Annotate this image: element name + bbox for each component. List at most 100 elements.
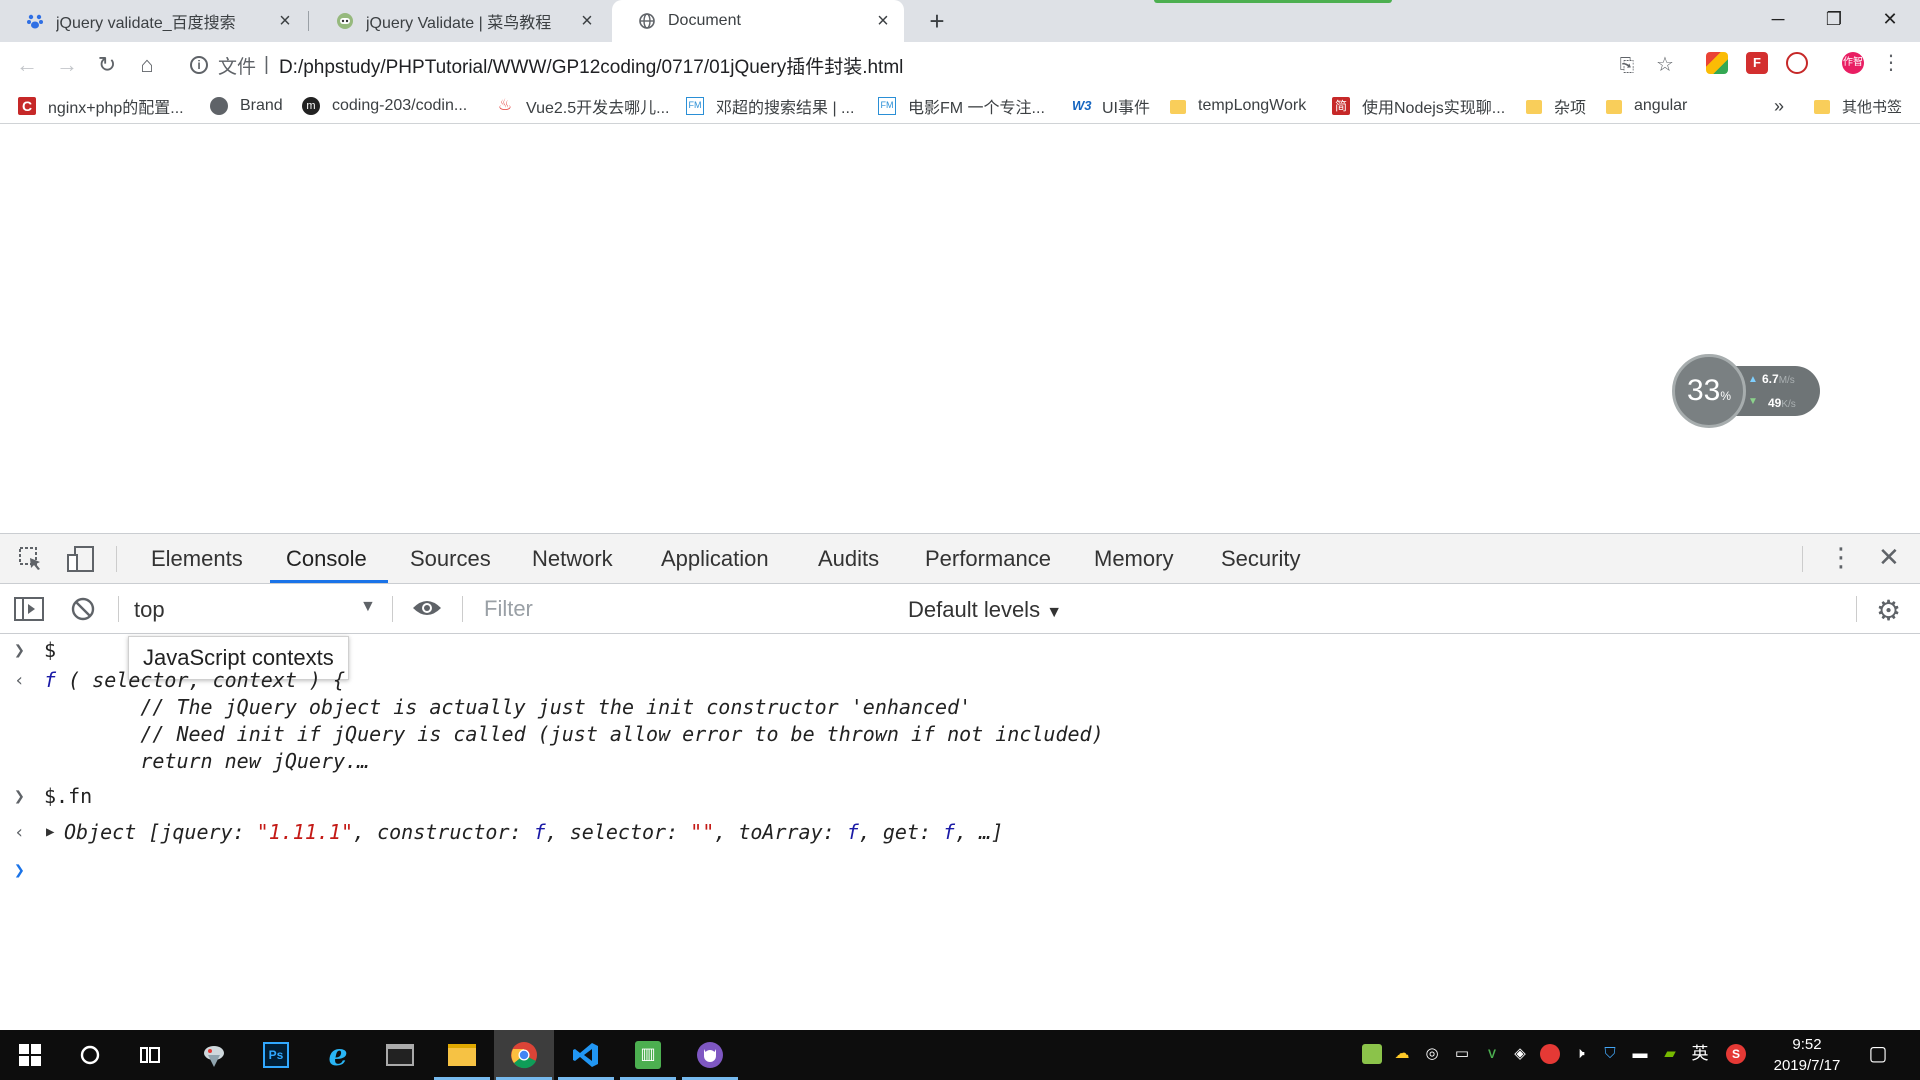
tab-baidu-search[interactable]: jQuery validate_百度搜索 × [0,0,306,42]
tab-sources[interactable]: Sources [410,534,491,584]
taskbar-app-parrot[interactable] [184,1030,244,1080]
console-output-line[interactable]: return new jQuery.… [44,749,369,773]
window-close-button[interactable]: ✕ [1862,0,1918,40]
taskbar-app-terminal[interactable] [370,1030,430,1080]
tray-app-icon[interactable] [1362,1044,1382,1064]
tab-application[interactable]: Application [661,534,769,584]
ime-indicator[interactable]: 英 [1690,1044,1710,1064]
folder-icon [1814,100,1830,114]
forward-button[interactable]: → [52,50,82,80]
profile-avatar[interactable]: 作智 [1842,52,1864,74]
output-arrow-icon: ‹ [14,822,25,843]
live-expression-eye-icon[interactable] [412,598,442,623]
tray-security-icon[interactable]: ⛉ [1600,1044,1620,1064]
chevron-down-icon[interactable]: ▼ [360,598,376,616]
bookmark-item[interactable]: W3 UI事件 [1072,94,1150,118]
inspect-element-icon[interactable] [18,546,44,577]
console-object-output[interactable]: Object [jquery: "1.11.1", constructor: f… [64,820,1003,844]
extension-fe-icon[interactable]: F [1746,52,1768,74]
bookmark-folder[interactable]: 杂项 [1526,94,1586,118]
coding-icon: m [302,97,320,115]
volume-muted-icon[interactable]: 🕨 [1570,1044,1590,1064]
tab-memory[interactable]: Memory [1094,534,1173,584]
info-icon[interactable]: i [190,56,208,74]
tab-network[interactable]: Network [532,534,613,584]
task-view-button[interactable] [120,1030,180,1080]
filter-input[interactable] [484,593,884,625]
browser-menu-icon[interactable]: ⋮ [1880,52,1902,74]
other-bookmarks-folder[interactable]: 其他书签 [1814,94,1902,118]
clear-console-icon[interactable] [70,596,96,627]
taskbar-app-chrome[interactable] [494,1030,554,1080]
bookmark-label: 杂项 [1554,100,1587,117]
expand-triangle-icon[interactable]: ▶ [46,824,54,840]
close-icon[interactable]: × [872,10,894,32]
gear-icon[interactable]: ⚙ [1876,594,1901,627]
restore-button[interactable]: ❐ [1806,0,1862,40]
devtools-panel: Elements Console Sources Network Applica… [0,533,1920,1030]
tab-runoob[interactable]: jQuery Validate | 菜鸟教程 × [310,0,608,42]
devtools-close-icon[interactable]: ✕ [1878,542,1900,573]
tab-document[interactable]: Document × [612,0,904,42]
show-sidebar-icon[interactable] [14,597,44,626]
nvidia-icon[interactable]: ▰ [1660,1044,1680,1064]
bookmark-item[interactable]: FM 邓超的搜索结果 | ... [686,94,854,118]
tab-console[interactable]: Console [286,534,367,584]
notification-center-icon[interactable]: ▢ [1868,1044,1888,1064]
extension-colorful-icon[interactable] [1706,52,1728,74]
tab-elements[interactable]: Elements [151,534,243,584]
back-button[interactable]: ← [12,50,42,80]
tab-performance[interactable]: Performance [925,534,1051,584]
sogou-icon[interactable]: S [1726,1044,1746,1064]
tray-shield-icon[interactable]: ◈ [1510,1044,1530,1064]
start-button[interactable] [0,1030,60,1080]
log-levels-dropdown[interactable]: Default levels ▼ [908,597,1062,623]
network-speed-widget[interactable]: 33% ▲ 6.7M/s ▼ 49K/s [1672,354,1820,428]
taskbar-app-github[interactable] [680,1030,740,1080]
bookmark-item[interactable]: m coding-203/codin... [302,94,467,118]
console-output[interactable]: ❯ $ JavaScript contexts ‹ f ( selector, … [0,634,1920,1031]
tray-weather-icon[interactable]: ☁ [1392,1044,1412,1064]
bookmark-label: coding-203/codin... [332,97,468,114]
devtools-menu-icon[interactable]: ⋮ [1828,542,1854,573]
device-toolbar-icon[interactable] [66,545,96,578]
home-button[interactable]: ⌂ [132,50,162,80]
bookmarks-overflow-button[interactable]: » [1774,94,1784,118]
console-prompt-icon[interactable]: ❯ [14,860,25,881]
tray-monitor-icon[interactable]: ◎ [1422,1044,1442,1064]
system-clock[interactable]: 9:52 2019/7/17 [1762,1034,1852,1076]
tray-red-app-icon[interactable] [1540,1044,1560,1064]
bookmark-item[interactable]: 简 使用Nodejs实现聊... [1332,94,1505,118]
minimize-button[interactable]: ─ [1750,0,1806,40]
tab-audits[interactable]: Audits [818,534,879,584]
context-selector[interactable]: top [134,597,165,623]
new-tab-button[interactable]: + [922,6,952,36]
tab-security[interactable]: Security [1221,534,1300,584]
close-icon[interactable]: × [274,10,296,32]
taskbar-app-explorer[interactable] [432,1030,492,1080]
bookmark-folder[interactable]: angular [1606,94,1687,118]
bookmark-item[interactable]: FM 电影FM 一个专注... [878,94,1045,118]
url-text[interactable]: D:/phpstudy/PHPTutorial/WWW/GP12coding/0… [279,52,903,79]
address-bar[interactable]: i 文件 | D:/phpstudy/PHPTutorial/WWW/GP12c… [178,49,1608,81]
bookmark-item[interactable]: ♨ Vue2.5开发去哪儿... [496,94,670,118]
tray-vc-icon[interactable]: V [1482,1044,1502,1064]
tab-title: Document [668,12,741,29]
taskbar-app-notepad[interactable]: ▥ [618,1030,678,1080]
tray-display-icon[interactable]: ▭ [1452,1044,1472,1064]
battery-icon[interactable]: ▬ [1630,1044,1650,1064]
search-button[interactable] [60,1030,120,1080]
reload-button[interactable]: ↻ [92,50,122,80]
taskbar-app-photoshop[interactable]: Ps [246,1030,306,1080]
taskbar-app-vscode[interactable] [556,1030,616,1080]
download-value: 49 [1768,396,1782,410]
extension-block-icon[interactable] [1786,52,1808,74]
taskbar-app-ie[interactable]: e [308,1030,368,1080]
translate-icon[interactable]: ⎘ [1612,50,1642,80]
bookmark-item[interactable]: C nginx+php的配置... [18,94,184,118]
bookmark-star-icon[interactable]: ☆ [1650,50,1680,80]
bookmark-item[interactable]: Brand [210,94,283,118]
close-icon[interactable]: × [576,10,598,32]
bookmark-folder[interactable]: tempLongWork [1170,94,1306,118]
bookmark-label: tempLongWork [1198,97,1307,114]
